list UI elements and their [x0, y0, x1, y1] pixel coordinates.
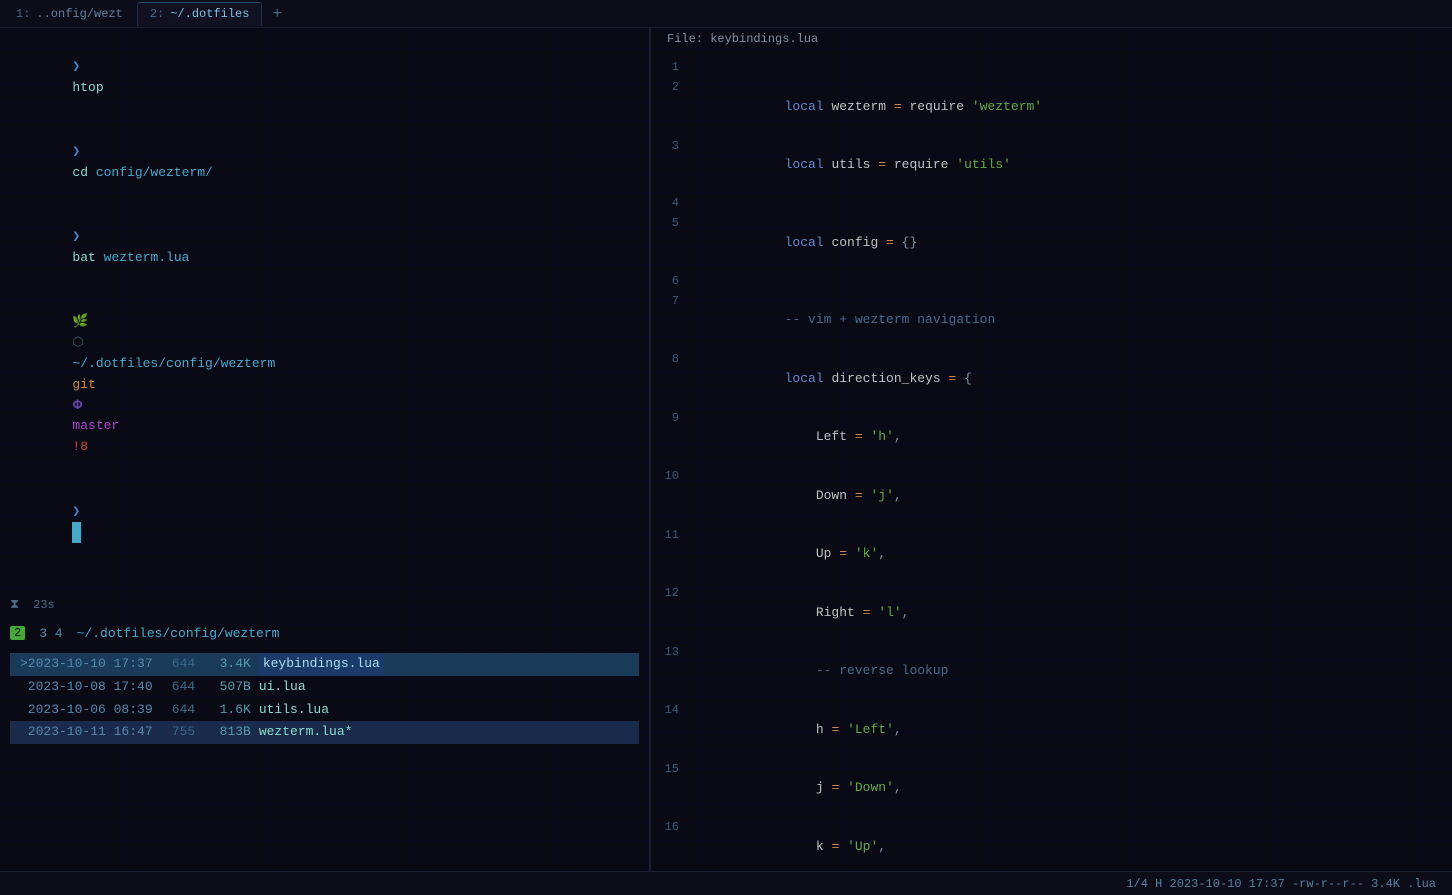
code-line-14: 14 h = 'Left', — [651, 700, 1452, 759]
pane-indicator-row: 2 3 4 ~/.dotfiles/config/wezterm — [10, 624, 639, 643]
file-date-3: 2023-10-11 16:47 — [20, 722, 160, 743]
file-perm-2: 644 — [164, 700, 200, 721]
cursor — [72, 522, 81, 543]
timer-area: ⧗ 23s — [10, 596, 639, 614]
file-size-3: 813B — [204, 722, 255, 743]
file-row-2[interactable]: 2023-10-06 08:39 644 1.6K utils.lua — [10, 699, 639, 722]
tab-2-title: ~/.dotfiles — [170, 7, 249, 21]
code-line-12: 12 Right = 'l', — [651, 583, 1452, 642]
file-size-1: 507B — [204, 677, 255, 698]
file-row-3[interactable]: 2023-10-11 16:47 755 813B wezterm.lua* — [10, 721, 639, 744]
main-content: ❯ htop ❯ cd config/wezterm/ ❯ bat wezter… — [0, 28, 1452, 871]
file-size-0: 3.4K — [204, 654, 255, 675]
file-row-1[interactable]: 2023-10-08 17:40 644 507B ui.lua — [10, 676, 639, 699]
code-line-3: 3 local utils = require 'utils' — [651, 136, 1452, 195]
code-line-5: 5 local config = {} — [651, 213, 1452, 272]
file-name-3: wezterm.lua* — [259, 722, 353, 743]
status-text: 1/4 H 2023-10-10 17:37 -rw-r--r-- 3.4K .… — [1126, 877, 1436, 891]
term-line-bat: ❯ bat wezterm.lua — [10, 206, 639, 289]
left-pane: ❯ htop ❯ cd config/wezterm/ ❯ bat wezter… — [0, 28, 650, 871]
status-bar: 1/4 H 2023-10-10 17:37 -rw-r--r-- 3.4K .… — [0, 871, 1452, 895]
code-line-7: 7 -- vim + wezterm navigation — [651, 291, 1452, 350]
tab-1-number: 1: — [16, 7, 30, 21]
pane-path: ~/.dotfiles/config/wezterm — [77, 626, 280, 641]
code-line-13: 13 -- reverse lookup — [651, 642, 1452, 701]
code-line-9: 9 Left = 'h', — [651, 408, 1452, 467]
file-date-2: 2023-10-06 08:39 — [20, 700, 160, 721]
timer-icon: ⧗ — [10, 597, 19, 612]
code-line-15: 15 j = 'Down', — [651, 759, 1452, 818]
code-line-8: 8 local direction_keys = { — [651, 349, 1452, 408]
file-size-2: 1.6K — [204, 700, 255, 721]
code-line-2: 2 local wezterm = require 'wezterm' — [651, 77, 1452, 136]
file-perm-3: 755 — [164, 722, 200, 743]
code-line-1: 1 — [651, 58, 1452, 77]
tab-bar: 1: ..onfig/wezt 2: ~/.dotfiles + — [0, 0, 1452, 28]
tab-2-number: 2: — [150, 7, 164, 21]
pane-current-num: 2 — [10, 626, 25, 640]
file-date-0: >2023-10-10 17:37 — [20, 654, 160, 675]
file-row-0[interactable]: >2023-10-10 17:37 644 3.4K keybindings.l… — [10, 653, 639, 676]
term-line-cursor: ❯ — [10, 481, 639, 564]
terminal-container: 1: ..onfig/wezt 2: ~/.dotfiles + ❯ htop … — [0, 0, 1452, 895]
file-name-2: utils.lua — [259, 700, 329, 721]
tab-1-title: ..onfig/wezt — [36, 7, 122, 21]
file-perm-0: 644 — [164, 654, 200, 675]
right-pane-header: File: keybindings.lua — [651, 28, 1452, 50]
term-line-prompt: 🌿 ⬡ ~/.dotfiles/config/wezterm git 𝚽 mas… — [10, 292, 639, 479]
tab-1[interactable]: 1: ..onfig/wezt — [4, 2, 135, 26]
tab-2[interactable]: 2: ~/.dotfiles — [137, 2, 263, 26]
tab-add-button[interactable]: + — [264, 5, 290, 23]
file-name-1: ui.lua — [259, 677, 306, 698]
file-perm-1: 644 — [164, 677, 200, 698]
code-line-11: 11 Up = 'k', — [651, 525, 1452, 584]
code-line-10: 10 Down = 'j', — [651, 466, 1452, 525]
code-line-4: 4 — [651, 194, 1452, 213]
right-pane: File: keybindings.lua 1 2 local wezterm … — [651, 28, 1452, 871]
file-title: File: keybindings.lua — [667, 32, 818, 46]
code-line-16: 16 k = 'Up', — [651, 817, 1452, 871]
file-date-1: 2023-10-08 17:40 — [20, 677, 160, 698]
timer-badge: 23s — [27, 596, 61, 614]
file-list: >2023-10-10 17:37 644 3.4K keybindings.l… — [10, 653, 639, 744]
pane-numbers: 3 4 — [31, 624, 70, 643]
code-line-6: 6 — [651, 272, 1452, 291]
code-area[interactable]: 1 2 local wezterm = require 'wezterm' 3 … — [651, 50, 1452, 871]
file-name-0: keybindings.lua — [259, 654, 384, 675]
term-line-htop: ❯ htop — [10, 36, 639, 119]
term-line-cd: ❯ cd config/wezterm/ — [10, 121, 639, 204]
